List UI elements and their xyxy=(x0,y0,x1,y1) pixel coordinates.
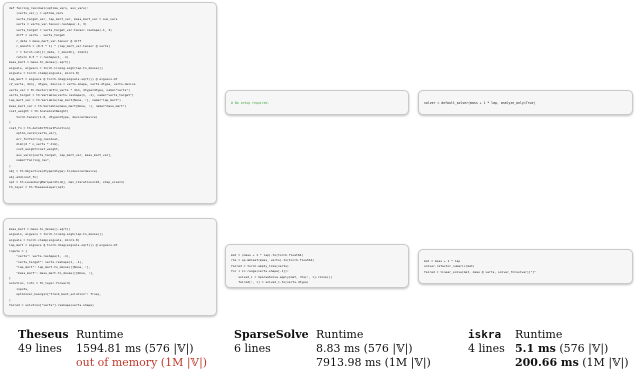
iskra-runtime-small-size: (576 |𝕍|) xyxy=(559,342,609,355)
theseus-setup-code-card: def fairing_residual(uptime_vars, aux_va… xyxy=(3,2,217,204)
theseus-runtime-large-size: (1M |𝕍|) xyxy=(160,356,208,369)
theseus-line-count: 49 lines xyxy=(18,342,62,355)
sparsesolve-runtime-large: 7913.98 ms (1M |𝕍|) xyxy=(316,356,431,370)
theseus-runtime-label: Runtime xyxy=(76,328,124,341)
iskra-summary: iskra 4 lines Runtime 5.1 ms (576 |𝕍|) 2… xyxy=(468,328,638,370)
theseus-name: Theseus xyxy=(18,328,69,341)
theseus-runtime-large: out of memory (1M |𝕍|) xyxy=(76,356,207,370)
sparsesolve-line-count: 6 lines xyxy=(234,342,271,355)
theseus-solve-code-line: faired = solution["verts"].reshape(verts… xyxy=(9,303,94,308)
iskra-runtime-large-value: 200.66 ms xyxy=(515,356,579,369)
sparsesolve-setup-code-card: # No setup required. xyxy=(225,90,409,115)
theseus-runtime-large-value: out of memory xyxy=(76,356,158,369)
sparsesolve-setup-comment: # No setup required. xyxy=(231,101,270,105)
sparsesolve-solve-code-line: faired[:, i] = solved_i.to(verts.dtype) xyxy=(231,280,309,285)
iskra-name: iskra xyxy=(468,328,502,341)
sparsesolve-runtime-label: Runtime xyxy=(316,328,364,341)
iskra-runtime-small: 5.1 ms (576 |𝕍|) xyxy=(515,342,608,356)
theseus-setup-code: def fairing_residual(uptime_vars, aux_va… xyxy=(9,6,211,191)
iskra-runtime-large-size: (1M |𝕍|) xyxy=(582,356,629,369)
iskra-solve-code: mat = mass + 1 * lap solver.refactor_nume… xyxy=(424,259,627,275)
sparsesolve-solve-code: mat = (mass + 1 * lap).to(torch.float64)… xyxy=(231,253,403,286)
iskra-setup-code: solver = default_solver(mass + 1 * lap, … xyxy=(424,101,536,105)
theseus-runtime-small: 1594.81 ms (576 |𝕍|) xyxy=(76,342,194,356)
sparsesolve-runtime-large-value: 7913.98 ms xyxy=(316,356,382,369)
iskra-runtime-large: 200.66 ms (1M |𝕍|) xyxy=(515,356,629,370)
iskra-solve-code-line: faired = linear_solve(mat, mass @ verts,… xyxy=(424,269,536,274)
iskra-solve-code-card: mat = mass + 1 * lap solver.refactor_nume… xyxy=(418,249,633,284)
iskra-setup-code-card: solver = default_solver(mass + 1 * lap, … xyxy=(418,90,633,115)
sparsesolve-runtime-large-size: (1M |𝕍|) xyxy=(384,356,431,369)
sparsesolve-runtime-small-value: 8.83 ms xyxy=(316,342,361,355)
iskra-runtime-label: Runtime xyxy=(515,328,563,341)
theseus-summary: Theseus 49 lines Runtime 1594.81 ms (576… xyxy=(18,328,228,370)
theseus-runtime-small-value: 1594.81 ms xyxy=(76,342,142,355)
iskra-runtime-small-value: 5.1 ms xyxy=(515,342,556,355)
sparsesolve-runtime-small-size: (576 |𝕍|) xyxy=(363,342,413,355)
sparsesolve-name: SparseSolve xyxy=(234,328,309,341)
sparsesolve-runtime-small: 8.83 ms (576 |𝕍|) xyxy=(316,342,413,356)
theseus-runtime-small-size: (576 |𝕍|) xyxy=(144,342,194,355)
iskra-line-count: 4 lines xyxy=(468,342,505,355)
theseus-setup-code-line: th_layer = th.TheseusLayer(opt) xyxy=(9,185,65,190)
sparsesolve-summary: SparseSolve 6 lines Runtime 8.83 ms (576… xyxy=(234,328,431,370)
sparsesolve-solve-code-card: mat = (mass + 1 * lap).to(torch.float64)… xyxy=(225,244,409,288)
theseus-solve-code-card: mass_mart = mass.to_dense().sqrt() eigval… xyxy=(3,218,217,316)
theseus-solve-code: mass_mart = mass.to_dense().sqrt() eigval… xyxy=(9,227,211,309)
